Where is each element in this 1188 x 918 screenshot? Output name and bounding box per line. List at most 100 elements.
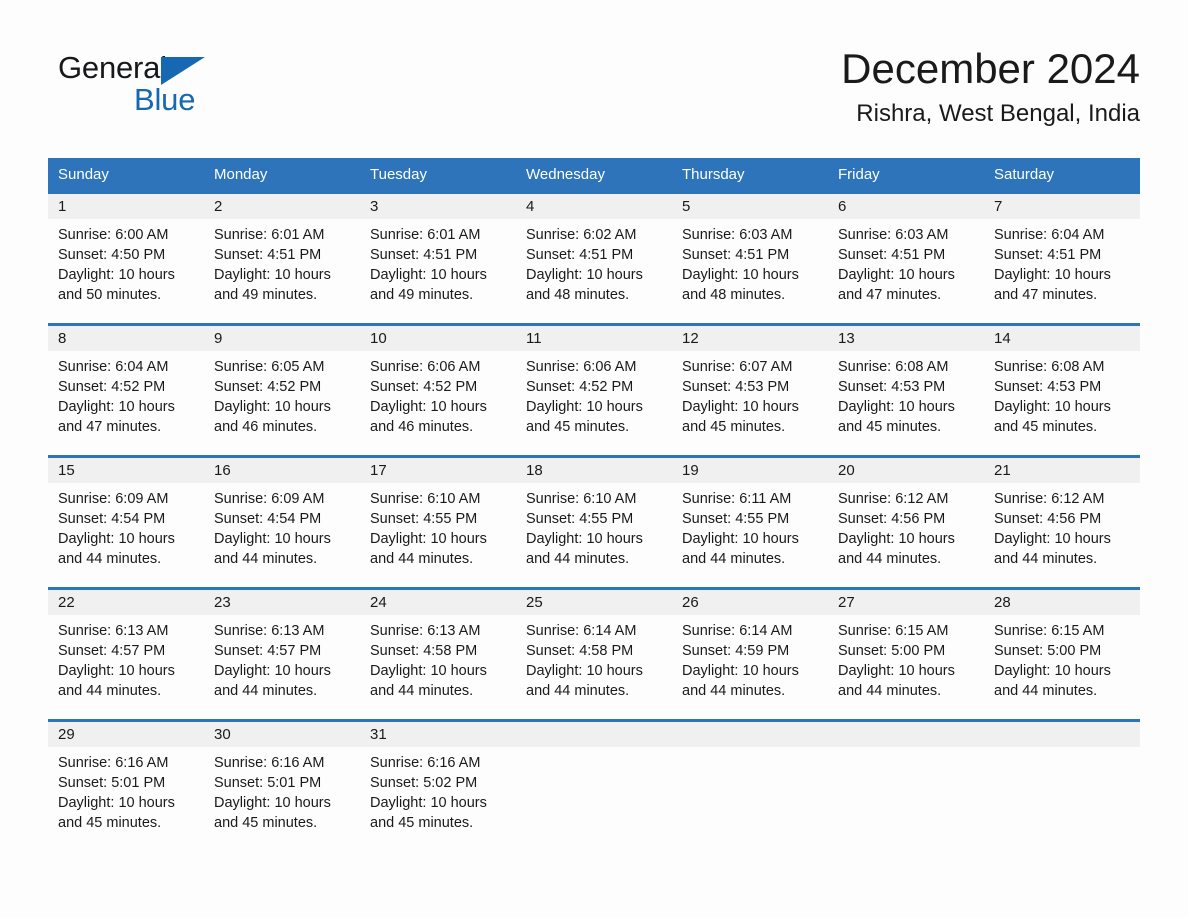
- day-number: 15: [48, 458, 204, 483]
- calendar-day-cell[interactable]: 6 Sunrise: 6:03 AM Sunset: 4:51 PM Dayli…: [828, 194, 984, 323]
- day-number: 14: [984, 326, 1140, 351]
- sunset-text: Sunset: 4:52 PM: [526, 379, 634, 395]
- calendar-day-cell[interactable]: 1 Sunrise: 6:00 AM Sunset: 4:50 PM Dayli…: [48, 194, 204, 323]
- daylight-text-line1: Daylight: 10 hours: [214, 267, 331, 283]
- calendar-day-cell[interactable]: 29 Sunrise: 6:16 AM Sunset: 5:01 PM Dayl…: [48, 722, 204, 851]
- calendar-day-cell[interactable]: 5 Sunrise: 6:03 AM Sunset: 4:51 PM Dayli…: [672, 194, 828, 323]
- calendar-day-cell[interactable]: 30 Sunrise: 6:16 AM Sunset: 5:01 PM Dayl…: [204, 722, 360, 851]
- calendar-day-cell[interactable]: 31 Sunrise: 6:16 AM Sunset: 5:02 PM Dayl…: [360, 722, 516, 851]
- calendar-day-cell[interactable]: 27 Sunrise: 6:15 AM Sunset: 5:00 PM Dayl…: [828, 590, 984, 719]
- daylight-text-line2: and 45 minutes.: [214, 815, 318, 831]
- day-number: 20: [828, 458, 984, 483]
- day-number: 22: [48, 590, 204, 615]
- calendar-day-cell[interactable]: 16 Sunrise: 6:09 AM Sunset: 4:54 PM Dayl…: [204, 458, 360, 587]
- day-details: Sunrise: 6:14 AM Sunset: 4:58 PM Dayligh…: [516, 615, 672, 701]
- day-details: Sunrise: 6:04 AM Sunset: 4:51 PM Dayligh…: [984, 219, 1140, 305]
- calendar-day-cell[interactable]: 3 Sunrise: 6:01 AM Sunset: 4:51 PM Dayli…: [360, 194, 516, 323]
- triangle-flag-icon: [161, 57, 205, 85]
- calendar-week-row: 29 Sunrise: 6:16 AM Sunset: 5:01 PM Dayl…: [48, 719, 1140, 851]
- daylight-text-line1: Daylight: 10 hours: [526, 399, 643, 415]
- sunset-text: Sunset: 4:51 PM: [838, 247, 946, 263]
- calendar-day-cell[interactable]: 23 Sunrise: 6:13 AM Sunset: 4:57 PM Dayl…: [204, 590, 360, 719]
- daylight-text-line2: and 48 minutes.: [682, 287, 786, 303]
- calendar-day-cell[interactable]: 13 Sunrise: 6:08 AM Sunset: 4:53 PM Dayl…: [828, 326, 984, 455]
- calendar-day-cell[interactable]: 12 Sunrise: 6:07 AM Sunset: 4:53 PM Dayl…: [672, 326, 828, 455]
- sunrise-text: Sunrise: 6:14 AM: [682, 623, 793, 639]
- day-details: Sunrise: 6:04 AM Sunset: 4:52 PM Dayligh…: [48, 351, 204, 437]
- sunset-text: Sunset: 4:58 PM: [370, 643, 478, 659]
- title-block: December 2024 Rishra, West Bengal, India: [841, 44, 1140, 130]
- calendar-day-cell[interactable]: 2 Sunrise: 6:01 AM Sunset: 4:51 PM Dayli…: [204, 194, 360, 323]
- calendar-day-cell[interactable]: 10 Sunrise: 6:06 AM Sunset: 4:52 PM Dayl…: [360, 326, 516, 455]
- sunrise-text: Sunrise: 6:13 AM: [58, 623, 169, 639]
- calendar-day-cell[interactable]: 25 Sunrise: 6:14 AM Sunset: 4:58 PM Dayl…: [516, 590, 672, 719]
- daylight-text-line2: and 44 minutes.: [838, 551, 942, 567]
- sunrise-text: Sunrise: 6:05 AM: [214, 359, 325, 375]
- calendar-day-cell[interactable]: 4 Sunrise: 6:02 AM Sunset: 4:51 PM Dayli…: [516, 194, 672, 323]
- day-details: Sunrise: 6:01 AM Sunset: 4:51 PM Dayligh…: [360, 219, 516, 305]
- day-number: 9: [204, 326, 360, 351]
- calendar-day-cell[interactable]: 14 Sunrise: 6:08 AM Sunset: 4:53 PM Dayl…: [984, 326, 1140, 455]
- sunset-text: Sunset: 5:01 PM: [214, 775, 322, 791]
- calendar-day-cell[interactable]: 22 Sunrise: 6:13 AM Sunset: 4:57 PM Dayl…: [48, 590, 204, 719]
- sunrise-text: Sunrise: 6:09 AM: [58, 491, 169, 507]
- day-number: 18: [516, 458, 672, 483]
- sunrise-text: Sunrise: 6:01 AM: [370, 227, 481, 243]
- calendar-week-row: 8 Sunrise: 6:04 AM Sunset: 4:52 PM Dayli…: [48, 323, 1140, 455]
- daylight-text-line2: and 44 minutes.: [58, 683, 162, 699]
- daylight-text-line1: Daylight: 10 hours: [838, 531, 955, 547]
- calendar-day-cell-empty: [828, 722, 984, 851]
- day-number: 21: [984, 458, 1140, 483]
- calendar-day-cell[interactable]: 11 Sunrise: 6:06 AM Sunset: 4:52 PM Dayl…: [516, 326, 672, 455]
- calendar-day-cell-empty: [516, 722, 672, 851]
- calendar-day-cell[interactable]: 19 Sunrise: 6:11 AM Sunset: 4:55 PM Dayl…: [672, 458, 828, 587]
- sunset-text: Sunset: 4:55 PM: [682, 511, 790, 527]
- sunset-text: Sunset: 4:51 PM: [214, 247, 322, 263]
- location-subtitle: Rishra, West Bengal, India: [856, 100, 1140, 127]
- sunset-text: Sunset: 4:52 PM: [370, 379, 478, 395]
- daylight-text-line2: and 46 minutes.: [214, 419, 318, 435]
- calendar-day-cell[interactable]: 17 Sunrise: 6:10 AM Sunset: 4:55 PM Dayl…: [360, 458, 516, 587]
- calendar-week-row: 22 Sunrise: 6:13 AM Sunset: 4:57 PM Dayl…: [48, 587, 1140, 719]
- calendar-day-cell[interactable]: 15 Sunrise: 6:09 AM Sunset: 4:54 PM Dayl…: [48, 458, 204, 587]
- calendar-day-cell[interactable]: 21 Sunrise: 6:12 AM Sunset: 4:56 PM Dayl…: [984, 458, 1140, 587]
- sunset-text: Sunset: 4:57 PM: [214, 643, 322, 659]
- calendar-day-cell[interactable]: 24 Sunrise: 6:13 AM Sunset: 4:58 PM Dayl…: [360, 590, 516, 719]
- daylight-text-line1: Daylight: 10 hours: [58, 267, 175, 283]
- daylight-text-line1: Daylight: 10 hours: [838, 399, 955, 415]
- sunrise-text: Sunrise: 6:16 AM: [370, 755, 481, 771]
- sunrise-text: Sunrise: 6:10 AM: [370, 491, 481, 507]
- daylight-text-line1: Daylight: 10 hours: [214, 399, 331, 415]
- day-number: 3: [360, 194, 516, 219]
- calendar-day-cell[interactable]: 7 Sunrise: 6:04 AM Sunset: 4:51 PM Dayli…: [984, 194, 1140, 323]
- calendar-day-cell[interactable]: 8 Sunrise: 6:04 AM Sunset: 4:52 PM Dayli…: [48, 326, 204, 455]
- sunset-text: Sunset: 4:50 PM: [58, 247, 166, 263]
- sunrise-text: Sunrise: 6:07 AM: [682, 359, 793, 375]
- calendar-day-cell[interactable]: 18 Sunrise: 6:10 AM Sunset: 4:55 PM Dayl…: [516, 458, 672, 587]
- calendar-day-cell[interactable]: 20 Sunrise: 6:12 AM Sunset: 4:56 PM Dayl…: [828, 458, 984, 587]
- day-number: 8: [48, 326, 204, 351]
- daylight-text-line1: Daylight: 10 hours: [58, 663, 175, 679]
- calendar-day-cell[interactable]: 9 Sunrise: 6:05 AM Sunset: 4:52 PM Dayli…: [204, 326, 360, 455]
- day-details: Sunrise: 6:09 AM Sunset: 4:54 PM Dayligh…: [48, 483, 204, 569]
- calendar-day-cell[interactable]: 26 Sunrise: 6:14 AM Sunset: 4:59 PM Dayl…: [672, 590, 828, 719]
- daylight-text-line2: and 50 minutes.: [58, 287, 162, 303]
- day-number: 12: [672, 326, 828, 351]
- daylight-text-line1: Daylight: 10 hours: [994, 663, 1111, 679]
- weekday-header-wednesday: Wednesday: [526, 166, 605, 183]
- day-details: Sunrise: 6:14 AM Sunset: 4:59 PM Dayligh…: [672, 615, 828, 701]
- calendar-week-row: 1 Sunrise: 6:00 AM Sunset: 4:50 PM Dayli…: [48, 191, 1140, 323]
- sunrise-text: Sunrise: 6:15 AM: [994, 623, 1105, 639]
- calendar-day-cell[interactable]: 28 Sunrise: 6:15 AM Sunset: 5:00 PM Dayl…: [984, 590, 1140, 719]
- day-details: Sunrise: 6:03 AM Sunset: 4:51 PM Dayligh…: [828, 219, 984, 305]
- day-number: [828, 722, 984, 747]
- sunset-text: Sunset: 5:00 PM: [994, 643, 1102, 659]
- day-number: 13: [828, 326, 984, 351]
- daylight-text-line1: Daylight: 10 hours: [214, 531, 331, 547]
- generalblue-logo[interactable]: General Blue: [58, 50, 288, 126]
- sunset-text: Sunset: 4:52 PM: [214, 379, 322, 395]
- day-number: 31: [360, 722, 516, 747]
- daylight-text-line2: and 47 minutes.: [994, 287, 1098, 303]
- weekday-header-monday: Monday: [214, 166, 268, 183]
- sunrise-text: Sunrise: 6:04 AM: [994, 227, 1105, 243]
